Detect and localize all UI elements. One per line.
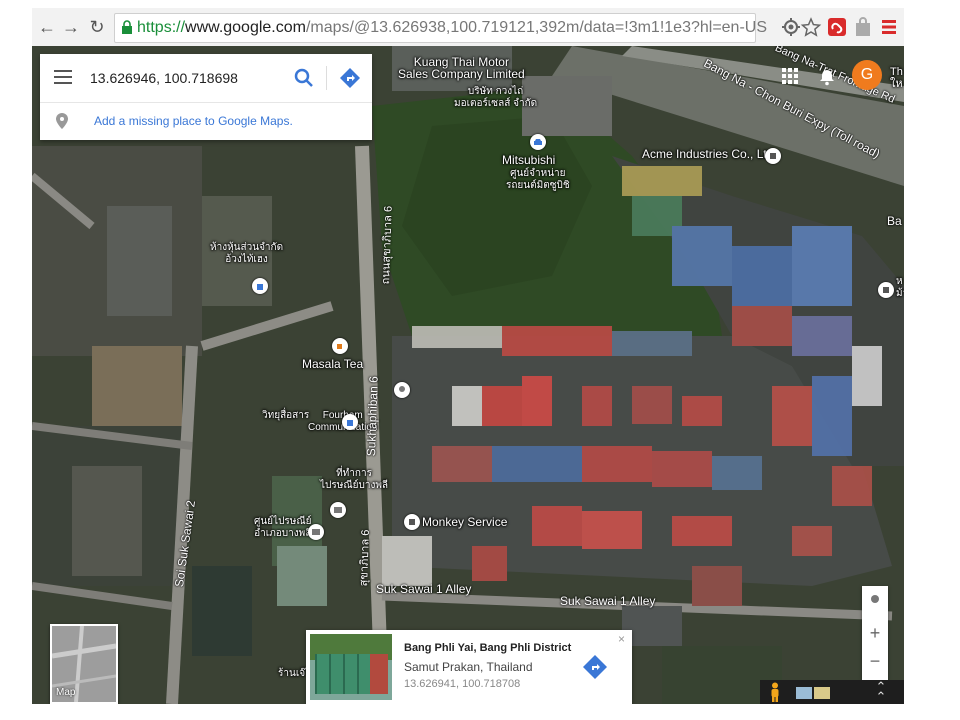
label-suk-sawai-1-alley-a: Suk Sawai 1 Alley xyxy=(376,582,472,596)
service-icon[interactable] xyxy=(404,514,420,530)
label-right-edge-thai: ห ม้า xyxy=(896,276,904,299)
reload-icon[interactable]: ↻ xyxy=(86,16,108,38)
label-post-center-thai: ศูนย์ไปรษณีย์ อำเภอบางพลี xyxy=(254,516,312,539)
label-monkey-service: Monkey Service xyxy=(422,515,508,529)
satellite-imagery xyxy=(32,46,904,704)
search-card: Add a missing place to Google Maps. xyxy=(40,54,372,140)
cafe-icon[interactable] xyxy=(332,338,348,354)
label-fourham-thai: วิทยุสื่อสาร xyxy=(262,410,310,421)
label-kuang-thai: Kuang Thai Motor Sales Company Limited xyxy=(398,55,525,81)
map-pin-icon xyxy=(56,113,68,129)
shopping-bag-icon[interactable] xyxy=(342,414,358,430)
back-arrow-icon[interactable]: ← xyxy=(36,16,58,38)
label-shop-thai: ห้างหุ้นส่วนจำกัด อ้วงไท้เฮง xyxy=(210,242,284,265)
lock-icon xyxy=(122,20,132,34)
label-sukhaphiban-thai: ถนนสุขาภิบาล 6 xyxy=(379,205,395,285)
search-row xyxy=(40,54,372,103)
label-sukhaphiban-thai-2: สุขาภิบาล 6 xyxy=(357,529,372,587)
search-divider xyxy=(326,66,327,90)
label-kuang-thai-thai: บริษัท กวงไถ่ มอเตอร์เซลส์ จำกัด xyxy=(454,86,538,109)
my-location-button[interactable] xyxy=(862,586,888,612)
bookmark-star-icon[interactable] xyxy=(800,16,822,38)
add-missing-place-row[interactable]: Add a missing place to Google Maps. xyxy=(40,103,372,140)
forward-arrow-icon[interactable]: → xyxy=(60,16,82,38)
menu-icon[interactable] xyxy=(54,70,72,84)
building-icon[interactable] xyxy=(765,148,781,164)
label-sukhaphiban-6: Sukhaphiban 6 xyxy=(364,375,381,457)
place-title: Bang Phli Yai, Bang Phli District xyxy=(404,642,572,654)
map-controls: + − xyxy=(862,586,888,680)
pegman-icon[interactable] xyxy=(768,682,782,702)
zoom-in-button[interactable]: + xyxy=(862,620,888,646)
account-avatar[interactable]: G xyxy=(852,60,882,90)
search-input[interactable] xyxy=(90,68,280,88)
browser-menu-icon[interactable] xyxy=(878,16,900,38)
map-thumbnail-label: Map xyxy=(56,687,76,698)
extension-bag-icon[interactable] xyxy=(852,16,874,38)
add-missing-place-link[interactable]: Add a missing place to Google Maps. xyxy=(94,114,293,128)
extension-red-icon[interactable] xyxy=(826,16,848,38)
map-layer-toggle[interactable]: Map xyxy=(50,624,118,704)
label-mitsubishi-thai: ศูนย์จำหน่าย รถยนต์มิตซูบิชิ xyxy=(506,168,570,191)
bus-icon[interactable] xyxy=(878,282,894,298)
place-info-card[interactable]: Bang Phli Yai, Bang Phli District Samut … xyxy=(306,630,632,704)
place-photo[interactable] xyxy=(310,634,392,700)
search-icon[interactable] xyxy=(292,66,316,90)
url-protocol: https:// xyxy=(137,19,186,36)
place-directions-icon[interactable] xyxy=(582,654,608,680)
label-post-office-thai: ที่ทำการ ไปรษณีย์บางพลี xyxy=(320,468,389,491)
zoom-out-button[interactable]: − xyxy=(862,648,888,674)
address-bar[interactable]: https://www.google.com/maps/@13.626938,1… xyxy=(114,13,767,43)
url-path: /maps/@13.626938,100.719121,392m/data=!3… xyxy=(305,19,768,36)
url-text: https://www.google.com/maps/@13.626938,1… xyxy=(137,19,767,37)
browser-window: ← → ↻ https://www.google.com/maps/@13.62… xyxy=(32,8,904,704)
label-suk-sawai-1-alley-b: Suk Sawai 1 Alley xyxy=(560,594,656,608)
satellite-map[interactable]: Kuang Thai Motor Sales Company Limited บ… xyxy=(32,46,904,704)
my-location-icon xyxy=(871,595,879,603)
car-dealer-icon[interactable] xyxy=(530,134,546,150)
shopping-bag-icon[interactable] xyxy=(252,278,268,294)
label-masala-tea: Masala Tea xyxy=(302,357,364,371)
location-target-icon[interactable] xyxy=(780,16,802,38)
label-right-edge-road: Ba xyxy=(887,214,902,228)
directions-icon[interactable] xyxy=(338,66,362,90)
apps-grid-icon[interactable] xyxy=(782,68,798,84)
close-icon[interactable]: × xyxy=(618,632,625,646)
imagery-tiles[interactable] xyxy=(796,686,848,699)
label-mitsubishi: Mitsubishi xyxy=(502,153,556,167)
expand-chevron-icon[interactable]: ⌃ ⌃ xyxy=(872,680,890,703)
browser-toolbar: ← → ↻ https://www.google.com/maps/@13.62… xyxy=(32,8,904,47)
label-bottom-shop-thai: ร้านเจ๊ xyxy=(278,668,306,679)
label-acme: Acme Industries Co., Ltd xyxy=(642,147,774,161)
place-coordinates: 13.626941, 100.718708 xyxy=(404,678,521,690)
place-subtitle: Samut Prakan, Thailand xyxy=(404,660,533,674)
mail-icon[interactable] xyxy=(308,524,324,540)
bell-icon[interactable] xyxy=(818,68,836,86)
bottom-controls-bar: ⌃ ⌃ xyxy=(760,680,904,704)
place-pin-icon[interactable] xyxy=(394,382,410,398)
url-host: www.google.com xyxy=(185,19,306,36)
label-right-edge-top: Th ให xyxy=(890,66,903,90)
mail-icon[interactable] xyxy=(330,502,346,518)
